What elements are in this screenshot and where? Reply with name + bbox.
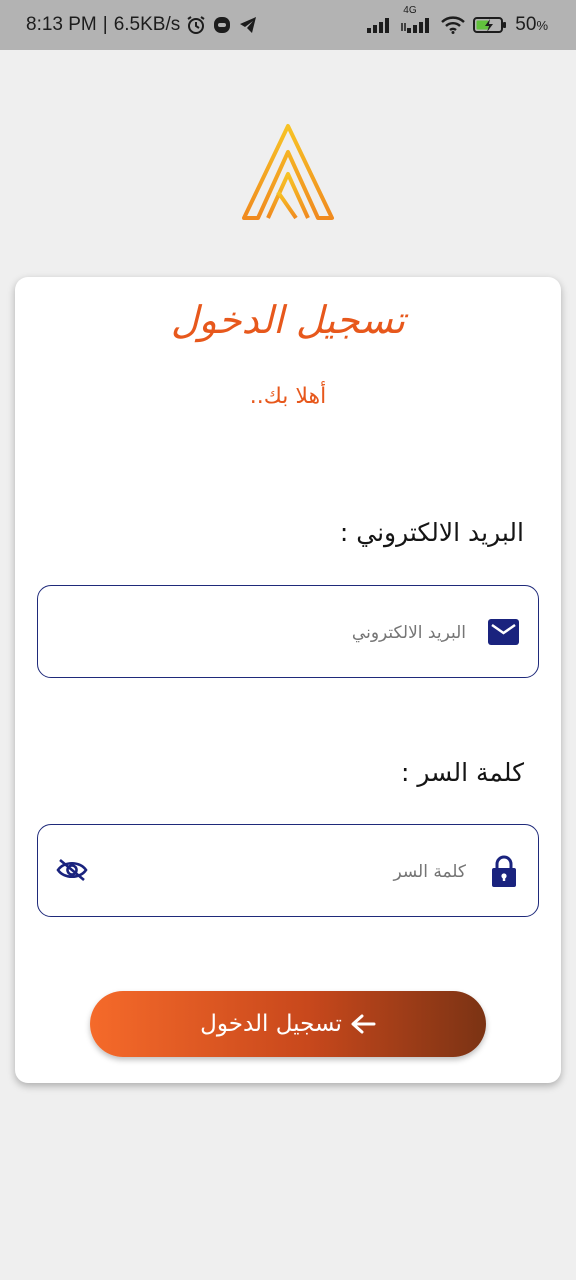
telegram-icon [238,15,258,35]
password-field[interactable] [84,825,468,918]
status-separator: | [102,14,108,35]
status-network-speed: 6.5KB/s [113,14,181,35]
status-bar-right: 4G 50% [367,5,548,36]
status-bar-left: 8:13 PM | 6.5KB/s [26,14,258,36]
arrow-left-icon [350,1013,376,1035]
login-button-label: تسجيل الدخول [200,1011,342,1037]
wifi-icon [441,16,466,34]
mail-icon [488,619,519,645]
password-field-container [37,824,539,918]
alarm-icon [186,15,206,35]
welcome-subtitle: أهلا بك.. [249,384,327,409]
eye-off-icon[interactable] [56,858,88,882]
lock-icon [492,855,516,887]
battery-charging-icon [473,16,507,34]
password-label: كلمة السر : [400,758,524,787]
signal-4g-icon: 4G [401,5,433,33]
page-title: تسجيل الدخول [170,298,406,342]
status-time: 8:13 PM [26,14,97,35]
email-field-container [37,585,539,679]
email-field[interactable] [84,586,468,679]
email-label: البريد الالكتروني : [339,518,524,547]
battery-percent: 50% [515,14,548,35]
status-bar: 8:13 PM | 6.5KB/s 4G 50% [0,0,576,50]
network-type-label: 4G [403,5,417,16]
app-logo [240,122,336,222]
logo-mark [242,124,334,220]
signal-icon [367,17,393,33]
messenger-icon [212,15,232,35]
login-button[interactable]: تسجيل الدخول [90,991,486,1057]
